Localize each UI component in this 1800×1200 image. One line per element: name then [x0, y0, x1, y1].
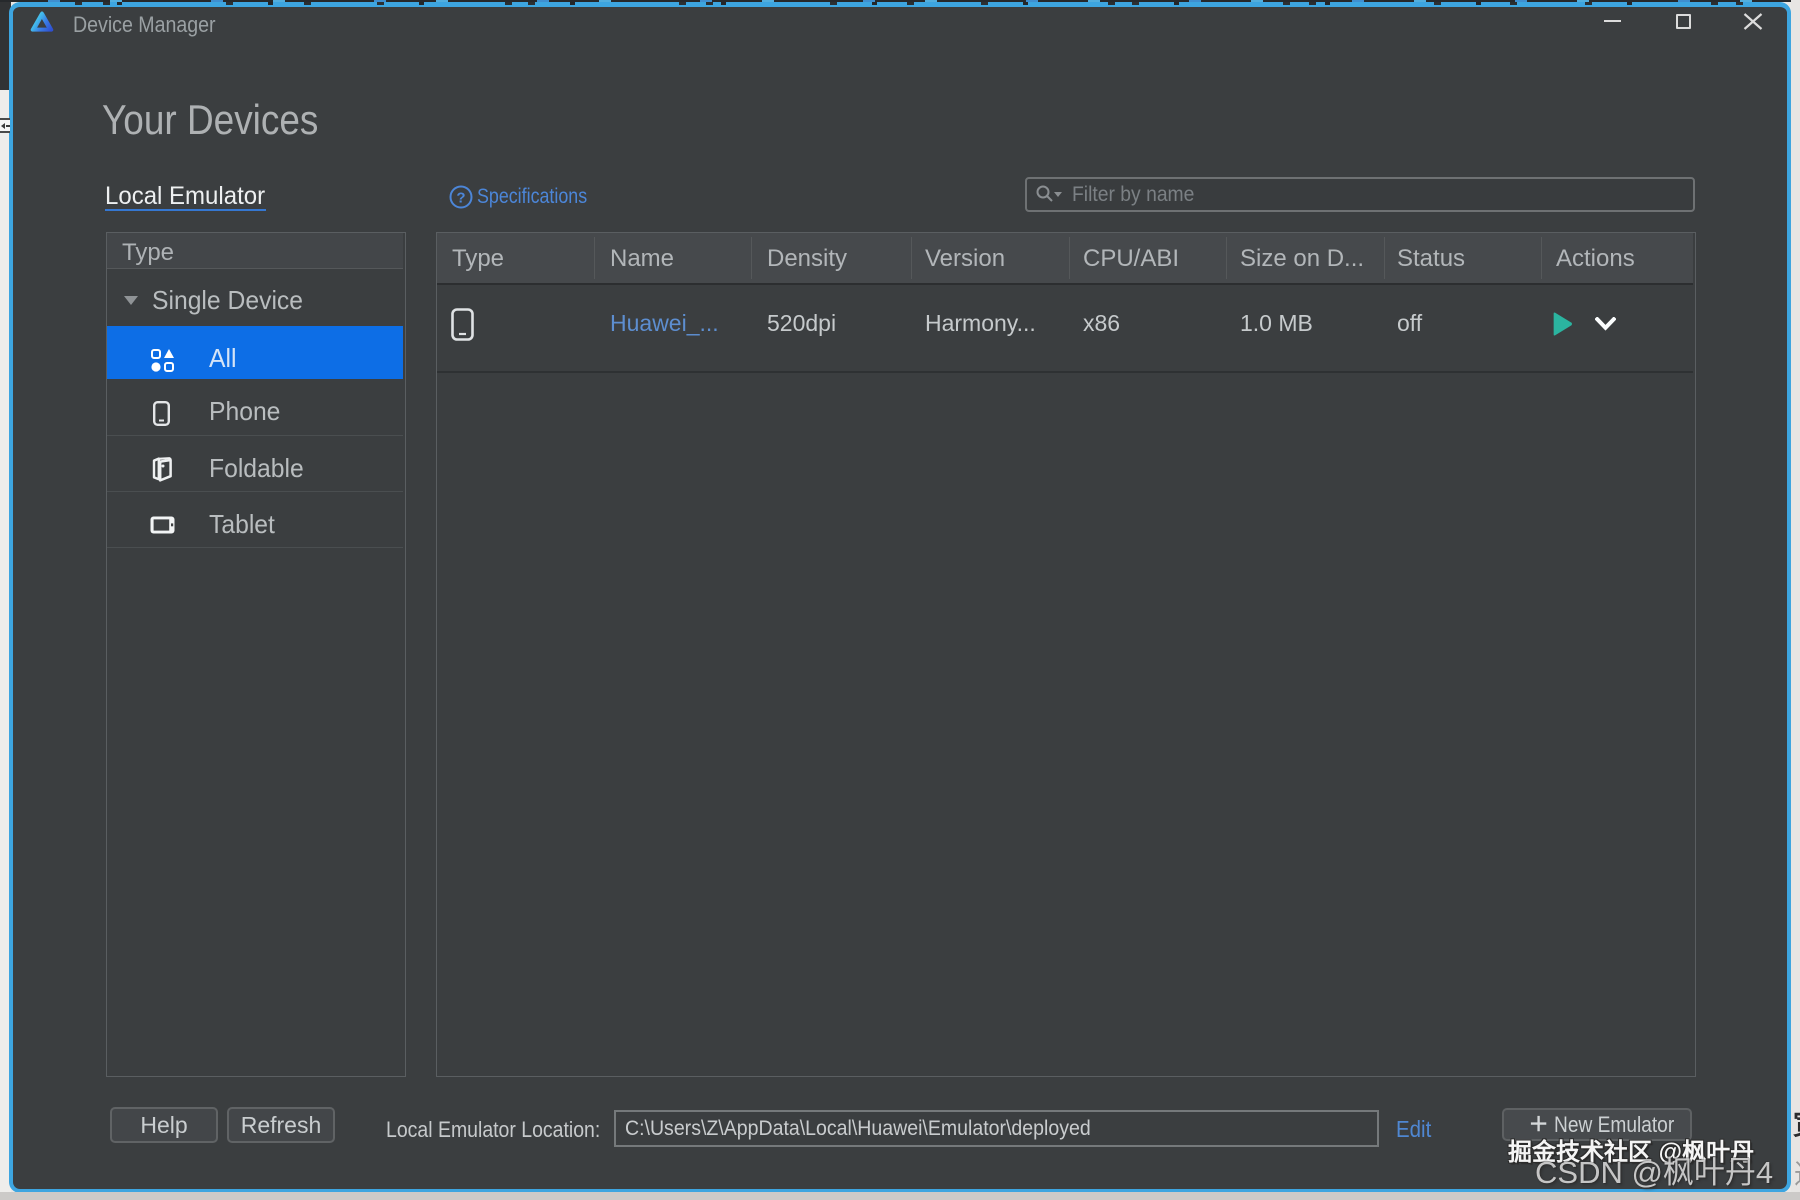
svg-text:?: ? [456, 190, 465, 207]
